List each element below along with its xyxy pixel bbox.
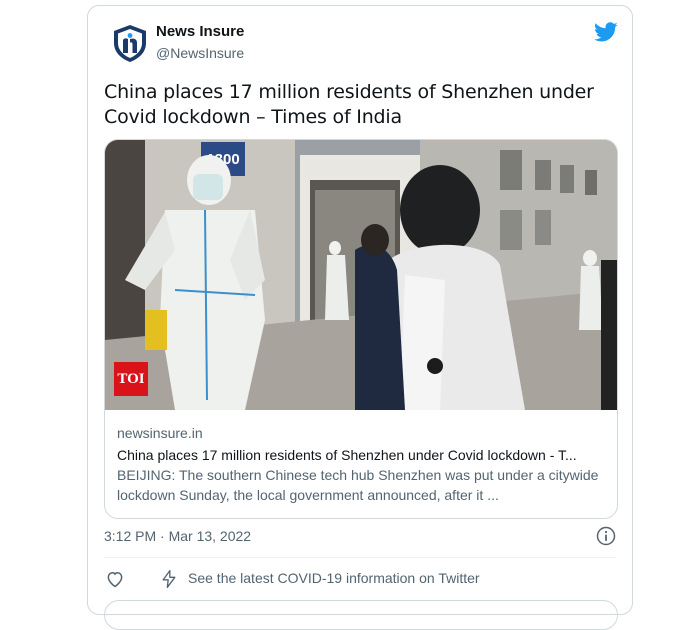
link-meta: newsinsure.in China places 17 million re… xyxy=(117,423,611,505)
heart-icon[interactable] xyxy=(105,569,125,589)
divider xyxy=(104,557,616,558)
lightning-bolt-icon xyxy=(162,570,176,588)
link-title[interactable]: China places 17 million residents of She… xyxy=(117,445,611,465)
info-circle-icon[interactable] xyxy=(596,526,616,546)
article-photo: 1300 xyxy=(105,140,617,410)
tweet-actions: See the latest COVID-19 information on T… xyxy=(104,568,614,592)
covid-info-link[interactable]: See the latest COVID-19 information on T… xyxy=(188,570,480,586)
link-domain: newsinsure.in xyxy=(117,425,203,441)
author-name[interactable]: News Insure xyxy=(156,23,244,40)
link-description: BEIJING: The southern Chinese tech hub S… xyxy=(117,467,599,503)
tweet-timestamp[interactable]: 3:12 PM · Mar 13, 2022 xyxy=(104,528,251,544)
tweet-card: News Insure @NewsInsure China places 17 … xyxy=(87,5,633,630)
toi-badge: TOI xyxy=(114,362,148,396)
bottom-button[interactable] xyxy=(104,600,618,630)
author-handle[interactable]: @NewsInsure xyxy=(156,45,244,61)
avatar[interactable] xyxy=(110,23,150,63)
link-card[interactable]: 1300 TOI newsinsure.in China places 17 m… xyxy=(104,139,618,519)
twitter-bird-icon[interactable] xyxy=(594,20,618,44)
tweet-text: China places 17 million residents of She… xyxy=(104,81,594,128)
